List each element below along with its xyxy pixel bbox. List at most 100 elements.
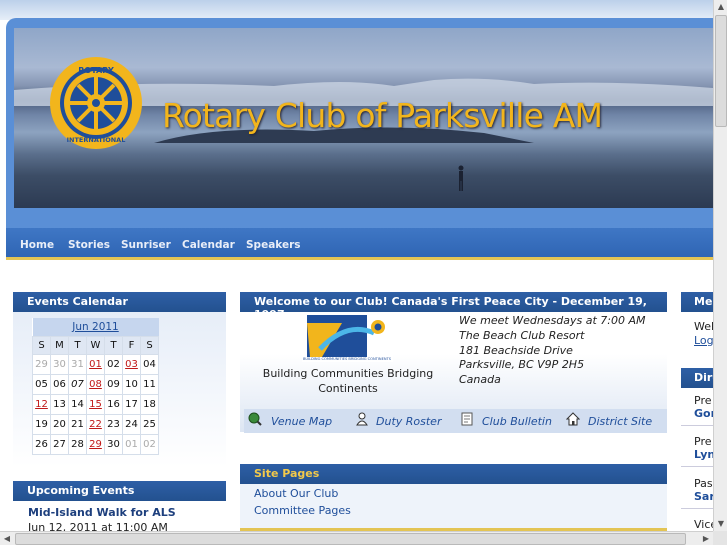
- director-name[interactable]: Sar: [694, 490, 713, 503]
- page: ROTARY INTERNATIONAL Rotary Club of Park…: [0, 0, 713, 531]
- dow-label: W: [86, 335, 105, 355]
- document-icon: [461, 412, 473, 426]
- members-welcome-text: Wel: [694, 320, 713, 333]
- calendar-day: 01: [122, 433, 141, 455]
- rotary-wheel-logo-icon: ROTARY INTERNATIONAL: [50, 57, 142, 149]
- calendar-day: 05: [32, 373, 51, 395]
- calendar-day: 23: [104, 413, 123, 435]
- director-separator: [681, 466, 713, 467]
- welcome-heading: Welcome to our Club! Canada's First Peac…: [240, 292, 667, 321]
- calendar-day: 30: [50, 353, 69, 375]
- dow-label: S: [140, 335, 159, 355]
- calendar-day: 10: [122, 373, 141, 395]
- site-page-link[interactable]: About Our Club: [254, 487, 338, 500]
- calendar-day: 17: [122, 393, 141, 415]
- home-icon: [566, 412, 580, 426]
- dow-label: T: [68, 335, 87, 355]
- nav-sunriser[interactable]: Sunriser: [121, 239, 171, 251]
- scroll-down-arrow-icon[interactable]: ▼: [715, 517, 727, 531]
- calendar-day: 27: [50, 433, 69, 455]
- calendar-day: 11: [140, 373, 159, 395]
- login-link[interactable]: Log: [694, 334, 713, 347]
- logo-ring-top-text: ROTARY: [78, 66, 114, 75]
- vertical-scroll-thumb[interactable]: [715, 15, 727, 127]
- calendar-day-event[interactable]: 22: [86, 413, 105, 435]
- meeting-venue: The Beach Club Resort: [459, 328, 585, 342]
- dow-label: F: [122, 335, 141, 355]
- calendar-day-event[interactable]: 15: [86, 393, 105, 415]
- upcoming-events-heading: Upcoming Events: [13, 481, 226, 501]
- calendar-day: 06: [50, 373, 69, 395]
- nav-speakers[interactable]: Speakers: [246, 239, 301, 251]
- welcome-panel: Welcome to our Club! Canada's First Peac…: [240, 292, 667, 321]
- dow-label: S: [32, 335, 51, 355]
- upcoming-event-title[interactable]: Mid-Island Walk for ALS: [28, 506, 176, 519]
- director-separator: [681, 425, 713, 426]
- calendar-day: 02: [140, 433, 159, 455]
- upcoming-events-panel: Upcoming Events: [13, 481, 226, 501]
- dow-label: M: [50, 335, 69, 355]
- horizontal-scrollbar[interactable]: ◀ ▶: [0, 531, 713, 545]
- calendar-month-link[interactable]: Jun 2011: [32, 318, 159, 336]
- calendar-grid: Jun 2011 S M T W T F S 29 30 31 01 02 03…: [32, 318, 159, 455]
- calendar-day: 18: [140, 393, 159, 415]
- district-site-link[interactable]: District Site: [588, 415, 652, 428]
- meeting-info: We meet Wednesdays at 7:00 AM The Beach …: [459, 314, 646, 388]
- director-separator: [681, 508, 713, 509]
- members-heading: Mem: [681, 292, 713, 312]
- calendar-day: 25: [140, 413, 159, 435]
- calendar-day: 28: [68, 433, 87, 455]
- theme-caption: Building Communities Bridging Continents: [262, 367, 434, 395]
- welcome-links-bar: Venue Map Duty Roster Club Bulletin Dist…: [244, 409, 667, 433]
- nav-calendar[interactable]: Calendar: [182, 239, 235, 251]
- site-pages-panel: Site Pages: [240, 464, 667, 484]
- calendar-day-event[interactable]: 08: [86, 373, 105, 395]
- calendar-day-event[interactable]: 12: [32, 393, 51, 415]
- calendar-day-event[interactable]: 03: [122, 353, 141, 375]
- venue-map-link[interactable]: Venue Map: [271, 415, 332, 428]
- calendar-day: 21: [68, 413, 87, 435]
- director-role: Pas: [694, 477, 713, 490]
- site-page-link[interactable]: Committee Pages: [254, 504, 351, 517]
- logo-ring-bottom-text: INTERNATIONAL: [67, 136, 126, 144]
- events-calendar-heading: Events Calendar: [13, 292, 226, 312]
- meeting-time: We meet Wednesdays at 7:00 AM: [459, 314, 646, 327]
- director-name[interactable]: Gor: [694, 407, 713, 420]
- meeting-country: Canada: [459, 373, 501, 387]
- calendar-day: 31: [68, 353, 87, 375]
- upcoming-event-date: Jun 12, 2011 at 11:00 AM: [28, 521, 168, 531]
- site-pages-list: About Our Club Committee Pages: [240, 484, 667, 528]
- horizontal-scroll-thumb[interactable]: [15, 533, 686, 545]
- calendar-day: 30: [104, 433, 123, 455]
- top-band: [0, 0, 713, 20]
- nav-stories[interactable]: Stories: [68, 239, 110, 251]
- calendar-day: 14: [68, 393, 87, 415]
- scroll-up-arrow-icon[interactable]: ▲: [715, 0, 727, 14]
- director-name[interactable]: Lyn: [694, 448, 713, 461]
- director-role: Pre: [694, 394, 712, 407]
- scroll-right-arrow-icon[interactable]: ▶: [699, 533, 713, 545]
- calendar-day-today: 07: [68, 373, 87, 395]
- calendar-day: 09: [104, 373, 123, 395]
- calendar-day-event[interactable]: 01: [86, 353, 105, 375]
- site-title: Rotary Club of Parksville AM: [162, 96, 603, 135]
- scroll-left-arrow-icon[interactable]: ◀: [0, 533, 14, 545]
- dow-label: T: [104, 335, 123, 355]
- calendar-day-event[interactable]: 29: [86, 433, 105, 455]
- director-role: Vice: [694, 518, 713, 531]
- directors-heading: Dire: [681, 368, 713, 388]
- calendar-day: 26: [32, 433, 51, 455]
- right-sidebar: Mem Wel Log Dire Pre Gor Pre Lyn Pas Sar…: [681, 292, 713, 531]
- person-icon: [356, 412, 368, 426]
- calendar-day: 19: [32, 413, 51, 435]
- club-bulletin-link[interactable]: Club Bulletin: [482, 415, 552, 428]
- director-role: Pre: [694, 435, 712, 448]
- meeting-city: Parksville, BC V9P 2H5: [459, 358, 585, 372]
- main-nav: Home Stories Sunriser Calendar Speakers: [6, 228, 713, 260]
- nav-home[interactable]: Home: [20, 239, 54, 251]
- duty-roster-link[interactable]: Duty Roster: [376, 415, 441, 428]
- site-banner: ROTARY INTERNATIONAL Rotary Club of Park…: [6, 18, 713, 228]
- vertical-scrollbar[interactable]: ▲ ▼: [713, 0, 727, 531]
- walking-person: [458, 165, 464, 191]
- calendar-day: 20: [50, 413, 69, 435]
